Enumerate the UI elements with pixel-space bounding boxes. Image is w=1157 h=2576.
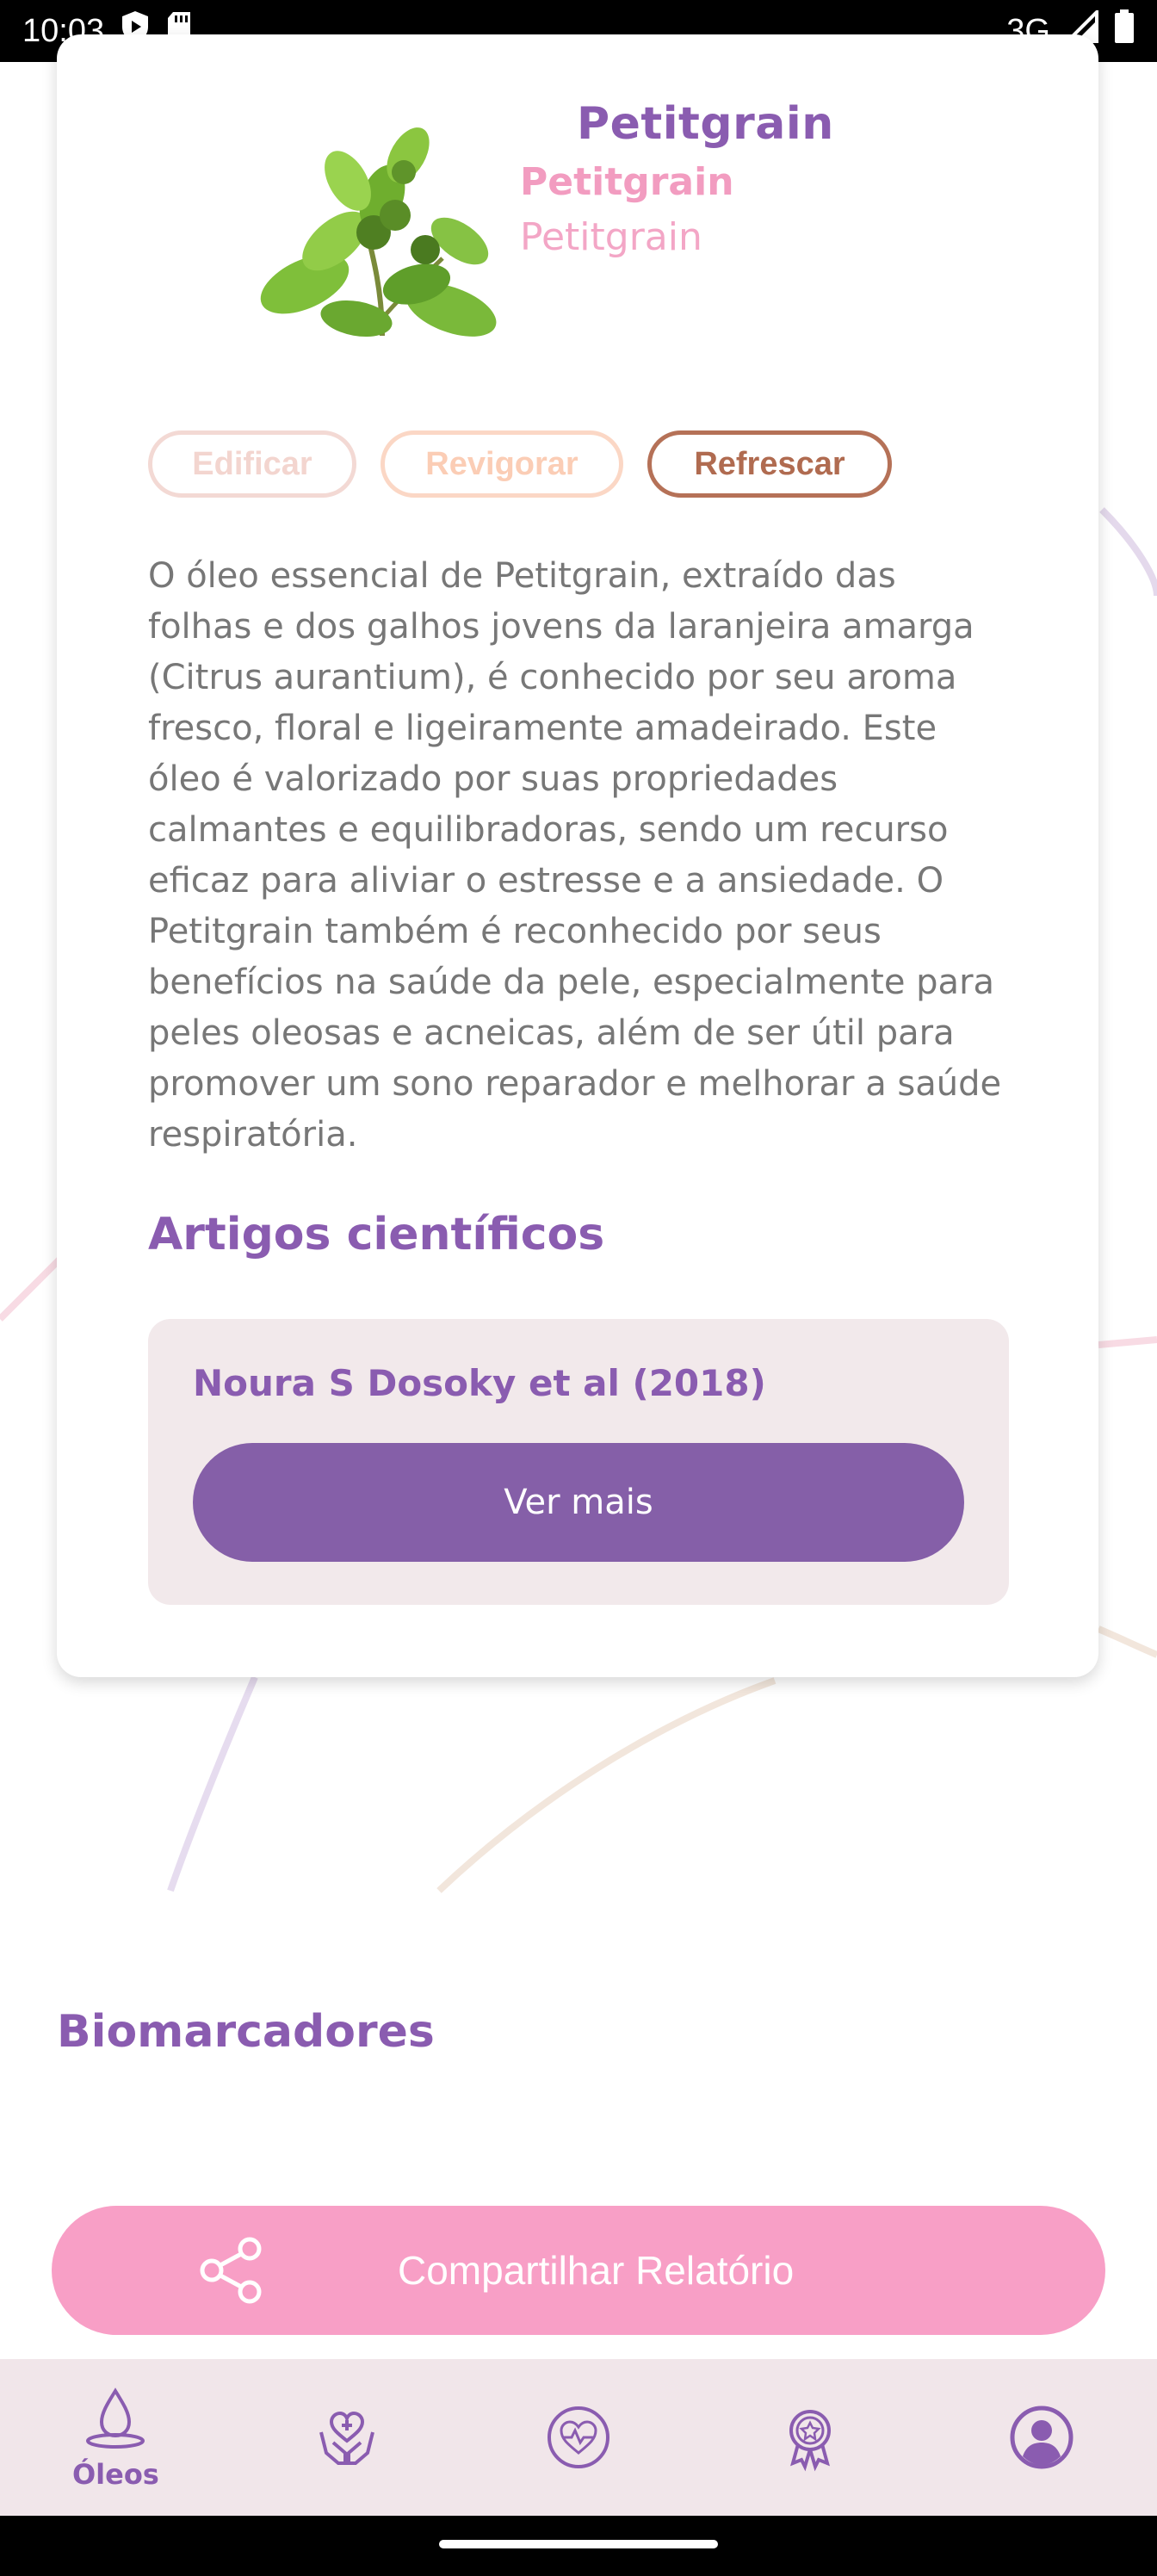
heart-pulse-icon [547, 2406, 609, 2468]
share-icon [200, 2237, 262, 2304]
tag-edificar[interactable]: Edificar [148, 430, 356, 498]
care-hands-icon [319, 2411, 375, 2465]
nav-item-oleos[interactable]: Óleos [0, 2359, 232, 2516]
home-gesture-handle[interactable] [439, 2540, 718, 2548]
tag-list: Edificar Revigorar Refrescar [148, 430, 892, 498]
nav-item-health[interactable] [463, 2359, 695, 2516]
nav-item-profile[interactable] [925, 2359, 1157, 2516]
oil-drop-icon [86, 2387, 145, 2449]
battery-icon [1114, 9, 1135, 53]
oil-name-light: Petitgrain [520, 215, 702, 259]
article-author: Noura S Dosoky et al (2018) [193, 1362, 766, 1404]
petitgrain-plant-image [260, 127, 497, 337]
share-report-label: Compartilhar Relatório [398, 2248, 795, 2293]
oil-title: Petitgrain [577, 98, 834, 150]
ver-mais-button[interactable]: Ver mais [193, 1443, 964, 1562]
profile-icon [1010, 2406, 1073, 2469]
nav-label-oleos: Óleos [71, 2458, 159, 2491]
nav-item-rewards[interactable] [694, 2359, 925, 2516]
tag-refrescar[interactable]: Refrescar [647, 430, 892, 498]
award-badge-icon [789, 2410, 831, 2472]
biomarkers-section-title: Biomarcadores [57, 2006, 435, 2058]
articles-section-title: Artigos científicos [148, 1209, 605, 1260]
oil-description: O óleo essencial de Petitgrain, extraído… [148, 556, 1002, 1155]
article-card: Noura S Dosoky et al (2018) Ver mais [148, 1319, 1009, 1605]
nav-item-care[interactable] [232, 2359, 463, 2516]
oil-name-bold: Petitgrain [520, 160, 734, 204]
bottom-nav: Óleos [0, 2359, 1157, 2516]
tag-revigorar[interactable]: Revigorar [381, 430, 623, 498]
share-report-button[interactable]: Compartilhar Relatório [52, 2206, 1105, 2335]
